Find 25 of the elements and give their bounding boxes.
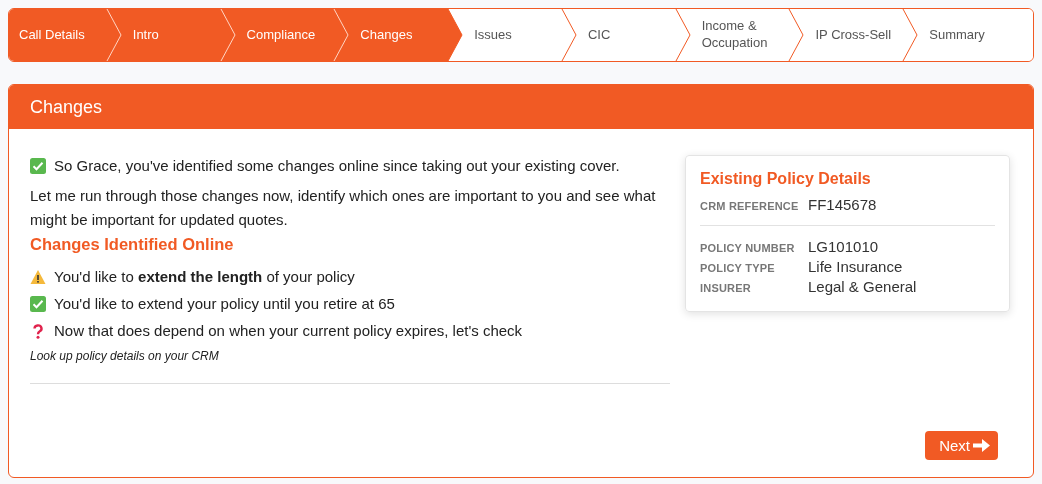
card-title: Existing Policy Details bbox=[700, 170, 872, 188]
checkmark-icon bbox=[30, 157, 46, 174]
field-label: POLICY TYPE bbox=[700, 262, 776, 274]
paragraph: Let me run through those changes now, identify which ones are important to you and see what might be important for updated quotes. bbox=[30, 186, 657, 230]
field-value: LG101010 bbox=[808, 238, 880, 255]
arrow-right-icon bbox=[973, 439, 990, 452]
warning-icon bbox=[30, 268, 46, 285]
question-icon bbox=[30, 322, 46, 339]
note-text: Look up policy details on your CRM bbox=[30, 349, 220, 363]
checkmark-icon bbox=[30, 295, 46, 312]
intro-text: So Grace, you've identified some changes online since taking out your existing cover. bbox=[54, 157, 620, 174]
field-value: FF145678 bbox=[808, 196, 878, 213]
field-label: POLICY NUMBER bbox=[700, 242, 796, 254]
field-value: Life Insurance bbox=[808, 258, 904, 275]
field-value: Legal & General bbox=[808, 278, 918, 295]
chevron-icon bbox=[104, 9, 123, 61]
change-item-text: You'd like to extend your policy until you retire at 65 bbox=[54, 295, 395, 312]
chevron-icon bbox=[218, 9, 237, 61]
chevron-icon bbox=[332, 9, 351, 61]
field-label: INSURER bbox=[700, 282, 752, 294]
section-title: Changes Identified Online bbox=[30, 235, 235, 254]
change-item-text: Now that does depend on when your current policy expires, let's check bbox=[54, 322, 523, 339]
change-item-text: You'd like to extend the length of your policy bbox=[54, 268, 355, 285]
panel-title: Changes bbox=[9, 85, 1033, 129]
field-label: CRM REFERENCE bbox=[700, 200, 800, 212]
